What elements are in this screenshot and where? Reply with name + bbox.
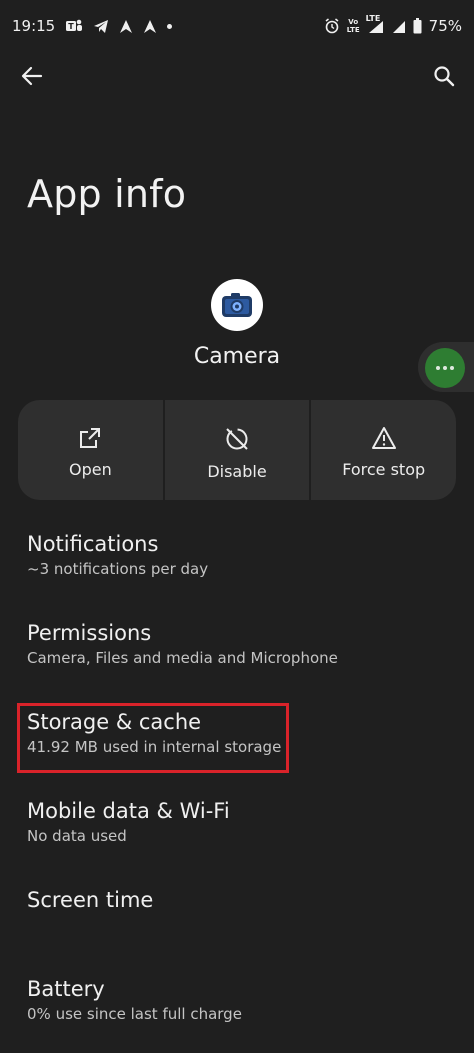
open-external-icon bbox=[80, 428, 101, 448]
camera-app-icon bbox=[211, 279, 263, 331]
screen-time-item[interactable]: Screen time bbox=[0, 886, 474, 914]
open-button[interactable]: Open bbox=[18, 400, 163, 500]
item-subtitle: No data used bbox=[27, 827, 127, 845]
action-buttons: Open Disable Force stop bbox=[18, 400, 456, 500]
disable-button[interactable]: Disable bbox=[164, 400, 310, 500]
mobile-data-wifi-item[interactable]: Mobile data & Wi-Fi No data used bbox=[0, 797, 474, 846]
item-title: Notifications bbox=[27, 532, 159, 556]
item-subtitle: 0% use since last full charge bbox=[27, 1005, 242, 1023]
status-bar: 19:15 T Vo LTE LTE 75% bbox=[0, 0, 474, 52]
svg-text:T: T bbox=[69, 22, 75, 31]
signal-icon: LTE bbox=[366, 14, 385, 34]
navigation-icon bbox=[119, 19, 133, 34]
alarm-icon bbox=[324, 18, 340, 34]
warning-icon bbox=[371, 427, 396, 449]
notification-dot-icon bbox=[167, 23, 173, 29]
open-button-label: Open bbox=[68, 460, 112, 479]
more-dots-icon bbox=[436, 366, 440, 370]
item-subtitle: ~3 notifications per day bbox=[27, 560, 209, 578]
item-title: Battery bbox=[27, 977, 105, 1001]
force-stop-button-label: Force stop bbox=[342, 460, 426, 479]
navigation-icon-2 bbox=[143, 19, 157, 34]
search-button[interactable] bbox=[424, 56, 464, 96]
battery-icon bbox=[413, 18, 422, 34]
teams-icon: T bbox=[65, 18, 83, 34]
search-icon bbox=[434, 66, 455, 87]
disable-icon bbox=[226, 428, 248, 450]
item-title: Permissions bbox=[27, 621, 152, 645]
app-name: Camera bbox=[193, 344, 281, 369]
back-button[interactable] bbox=[12, 56, 52, 96]
telegram-icon bbox=[93, 19, 109, 34]
floating-chat-bubble[interactable] bbox=[425, 348, 465, 388]
volte-indicator: Vo LTE bbox=[346, 18, 360, 34]
notifications-item[interactable]: Notifications ~3 notifications per day bbox=[0, 530, 474, 579]
highlight-box bbox=[17, 703, 289, 773]
status-time: 19:15 bbox=[12, 17, 56, 35]
top-app-bar bbox=[0, 52, 474, 100]
page-title: App info bbox=[27, 172, 187, 216]
battery-percent: 75% bbox=[428, 17, 462, 35]
item-subtitle: Camera, Files and media and Microphone bbox=[27, 649, 338, 667]
item-title: Screen time bbox=[27, 888, 154, 912]
arrow-back-icon bbox=[21, 66, 43, 86]
battery-item[interactable]: Battery 0% use since last full charge bbox=[0, 975, 474, 1024]
lte-label: LTE bbox=[365, 14, 381, 23]
force-stop-button[interactable]: Force stop bbox=[311, 400, 456, 500]
permissions-item[interactable]: Permissions Camera, Files and media and … bbox=[0, 619, 474, 668]
signal-icon-2 bbox=[392, 18, 406, 34]
disable-button-label: Disable bbox=[207, 462, 267, 481]
item-title: Mobile data & Wi-Fi bbox=[27, 799, 230, 823]
